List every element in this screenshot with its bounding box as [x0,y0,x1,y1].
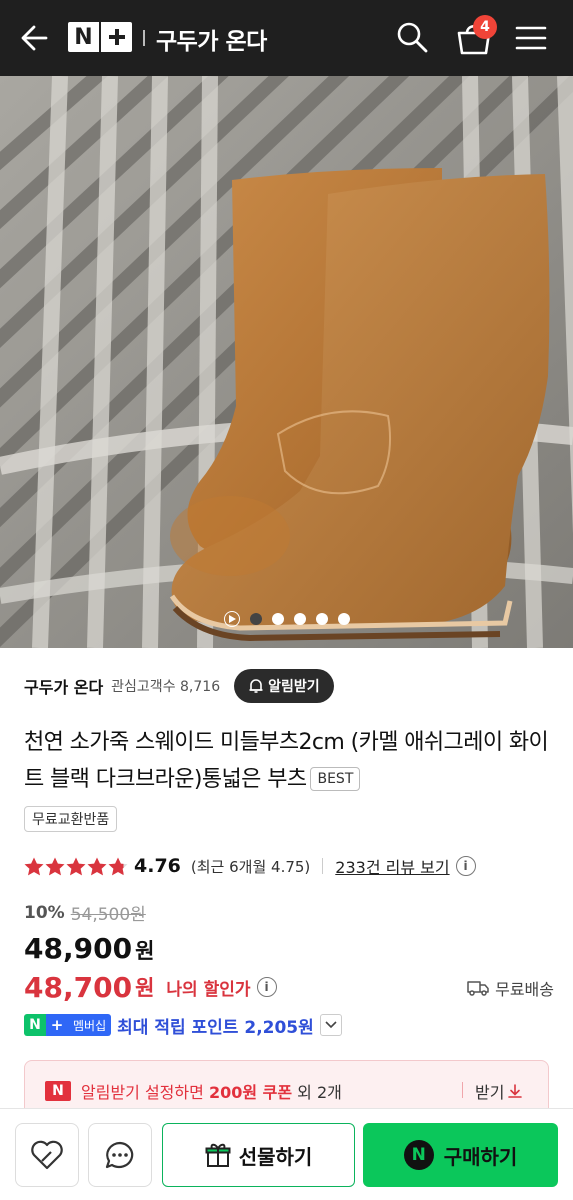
gallery-pagination [0,610,573,628]
boots-photo [0,76,573,648]
gift-icon [205,1143,231,1167]
coupon-text: 알림받기 설정하면 200원 쿠폰 외 2개 [81,1079,342,1103]
discount-percent: 10% [24,902,65,923]
star-rating [24,857,128,876]
best-badge: BEST [310,767,361,791]
sale-price: 48,900 원 [24,932,154,965]
store-row: 구두가 온다 관심고객수 8,716 알림받기 [24,668,564,704]
badge-plus: + [46,1014,68,1036]
my-price-row: 48,700 원 나의 할인가 i 무료배송 [24,968,554,1006]
naver-pay-icon: N [403,1140,434,1170]
naver-membership-badge: N + 멤버십 [24,1014,112,1036]
logo-n: N [68,22,99,52]
my-price-value: 48,700 [24,970,133,1004]
store-title[interactable]: 구두가 온다 [156,22,267,56]
coupon-get-button[interactable]: 받기 [475,1079,523,1103]
talk-button[interactable] [88,1123,152,1187]
notify-button[interactable]: 알림받기 [234,669,334,703]
truck-icon [467,981,489,996]
naver-plus-logo[interactable]: N [68,22,132,54]
gallery-dot[interactable] [315,613,328,625]
gallery-dot[interactable] [249,613,262,625]
search-icon[interactable] [395,20,429,54]
rating-value: 4.76 [134,855,181,877]
cart-count-badge: 4 [473,15,497,39]
my-price-unit: 원 [135,976,155,1000]
star-icon [66,857,86,875]
max-points-text: 최대 적립 포인트 2,205원 [117,1017,314,1038]
star-icon [24,857,44,875]
rating-separator [322,858,324,874]
recent-rating: (최근 6개월 4.75) [190,857,311,876]
coupon-separator [462,1082,463,1098]
gallery-dot[interactable] [271,613,284,625]
star-icon [108,857,128,875]
discount-row: 10% 54,500원 [24,900,146,926]
gift-button[interactable]: 선물하기 [162,1123,355,1187]
info-icon[interactable]: i [455,856,476,876]
notify-label: 알림받기 [268,679,320,695]
coupon-content: N 알림받기 설정하면 200원 쿠폰 외 2개 [45,1079,342,1103]
free-exchange-tag: 무료교환반품 [24,806,118,832]
product-title: 천연 소가죽 스웨이드 미들부츠2cm (카멜 애쉬그레이 화이트 블랙 다크브… [24,724,554,798]
like-button[interactable] [15,1123,79,1187]
star-icon [87,857,107,875]
coupon-get-label: 받기 [475,1083,505,1102]
coupon-amount: 200원 쿠폰 [208,1083,293,1102]
gallery-dot[interactable] [293,613,306,625]
gallery-dot[interactable] [337,613,350,625]
play-icon[interactable] [223,611,240,627]
chevron-down-icon[interactable] [319,1014,342,1036]
sale-price-unit: 원 [135,939,155,963]
coupon-prefix: 알림받기 설정하면 [81,1083,209,1102]
original-price: 54,500원 [70,905,146,925]
store-name[interactable]: 구두가 온다 [24,674,103,698]
points-row[interactable]: N + 멤버십 최대 적립 포인트 2,205원 [24,1012,342,1038]
header-divider [143,30,145,46]
sale-price-value: 48,900 [24,932,133,965]
star-icon [45,857,65,875]
top-header: N 구두가 온다 4 [0,0,573,76]
shipping-label: 무료배송 [495,980,554,999]
badge-n: N [24,1014,46,1036]
coupon-n-icon: N [45,1081,71,1101]
coupon-suffix: 외 2개 [292,1083,342,1102]
heart-icon [31,1140,63,1170]
download-icon [508,1084,523,1098]
bell-plus-icon [249,679,263,693]
chat-bubble-icon [105,1141,134,1169]
buy-button[interactable]: N 구매하기 [363,1123,558,1187]
reviews-link[interactable]: 233건 리뷰 보기 [335,854,449,878]
fans-count: 관심고객수 8,716 [111,679,221,695]
buy-label: 구매하기 [443,1144,518,1169]
back-arrow-icon[interactable] [18,22,52,54]
menu-icon[interactable] [515,24,547,52]
badge-membership: 멤버십 [68,1014,112,1036]
free-shipping: 무료배송 [467,976,554,1000]
product-title-text: 천연 소가죽 스웨이드 미들부츠2cm (카멜 애쉬그레이 화이트 블랙 다크브… [24,730,549,792]
my-price-label: 나의 할인가 [166,979,251,1000]
info-icon[interactable]: i [256,977,277,997]
bottom-action-bar: 선물하기 N 구매하기 [0,1108,573,1200]
product-image[interactable] [0,76,573,648]
plus-icon [101,22,132,52]
rating-row: 4.76 (최근 6개월 4.75) 233건 리뷰 보기 i [24,852,564,880]
gift-label: 선물하기 [238,1144,313,1169]
